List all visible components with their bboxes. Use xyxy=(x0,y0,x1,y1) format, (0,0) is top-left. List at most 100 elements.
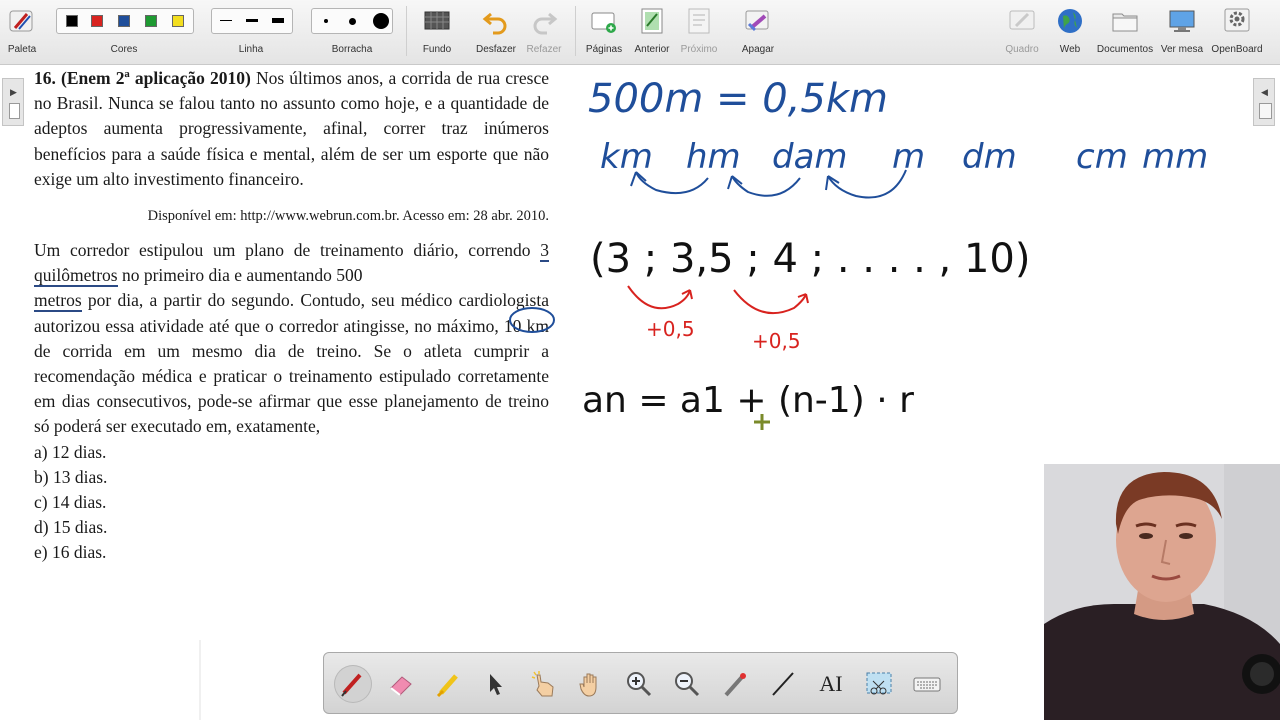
redo-icon[interactable] xyxy=(529,6,559,36)
option-a[interactable]: a) 12 dias. xyxy=(34,440,549,465)
colors-label: Cores xyxy=(110,44,138,55)
ink-formula: an = a1 + (n-1) · r xyxy=(582,380,914,421)
presenter-video xyxy=(1044,464,1280,720)
desktop-label: Ver mesa xyxy=(1160,44,1204,55)
background-label: Fundo xyxy=(422,44,452,55)
colors-group xyxy=(56,8,194,34)
source-citation: Disponível em: http://www.webrun.com.br.… xyxy=(147,208,549,225)
pages-thumb-icon xyxy=(9,103,20,119)
ink-sequence: (3 ; 3,5 ; 4 ; . . . . , 10) xyxy=(590,236,1031,282)
web-label: Web xyxy=(1059,44,1081,55)
clear-label: Apagar xyxy=(741,44,775,55)
body-text: no primeiro dia e aumentando xyxy=(117,265,337,286)
undo-icon[interactable] xyxy=(481,6,511,36)
ink-unit: dam xyxy=(772,137,848,177)
color-black-swatch[interactable] xyxy=(66,15,78,27)
eraser-label: Borracha xyxy=(331,44,373,55)
selector-tool[interactable] xyxy=(476,665,514,703)
previous-label: Anterior xyxy=(634,44,670,55)
pages-icon[interactable] xyxy=(589,6,619,36)
ink-unit: m xyxy=(892,137,925,177)
option-e[interactable]: e) 16 dias. xyxy=(34,540,549,565)
clear-page-icon[interactable] xyxy=(743,6,773,36)
hand-pan-tool[interactable] xyxy=(572,665,610,703)
question-heading: 16. (Enem 2ª aplicação 2010) xyxy=(34,68,251,88)
ink-unit: mm xyxy=(1142,137,1208,177)
arrow-pointer-icon xyxy=(490,674,502,695)
toolbar-separator xyxy=(406,6,407,56)
board-icon[interactable] xyxy=(1007,6,1037,36)
question-body: Um corredor estipulou um plano de treina… xyxy=(34,238,549,440)
color-blue-swatch[interactable] xyxy=(118,15,130,27)
expand-right-arrow-icon: ▶ xyxy=(10,87,17,97)
ink-unit: km xyxy=(600,137,653,177)
previous-page-icon[interactable] xyxy=(637,6,667,36)
capture-scissors-icon xyxy=(866,672,892,695)
underlined-unit: metros xyxy=(34,290,82,313)
laser-pointer-tool[interactable] xyxy=(716,665,754,703)
circled-value: 500 xyxy=(336,265,363,286)
line-icon xyxy=(772,672,794,696)
undo-label: Desfazer xyxy=(475,44,517,55)
pointing-hand-icon xyxy=(531,671,554,697)
color-green-swatch[interactable] xyxy=(145,15,157,27)
right-panel-tab[interactable]: ◀ xyxy=(1253,78,1275,126)
web-globe-icon[interactable] xyxy=(1055,6,1085,36)
eraser-small-option[interactable] xyxy=(324,19,328,23)
ink-unit: cm xyxy=(1076,137,1128,177)
redo-label: Refazer xyxy=(526,44,562,55)
expand-left-arrow-icon: ◀ xyxy=(1261,87,1268,97)
next-label: Próximo xyxy=(680,44,718,55)
zoom-in-tool[interactable] xyxy=(620,665,658,703)
line-tool[interactable] xyxy=(764,665,802,703)
line-label: Linha xyxy=(238,44,264,55)
body-text: Um corredor estipulou um plano de treina… xyxy=(34,240,541,261)
background-grid-icon[interactable] xyxy=(422,6,452,36)
main-toolbar: Paleta Cores Linha Borracha Fundo Desfaz… xyxy=(0,0,1280,65)
board-label: Quadro xyxy=(1005,44,1039,55)
color-yellow-swatch[interactable] xyxy=(172,15,184,27)
pen-icon xyxy=(341,673,362,697)
openboard-settings-icon[interactable] xyxy=(1222,6,1252,36)
option-b[interactable]: b) 13 dias. xyxy=(34,465,549,490)
highlighter-tool[interactable] xyxy=(430,665,468,703)
line-thin-option[interactable] xyxy=(220,20,232,21)
eraser-icon xyxy=(390,676,412,696)
documents-folder-icon[interactable] xyxy=(1110,6,1140,36)
zoom-in-icon xyxy=(627,672,652,697)
eraser-large-option[interactable] xyxy=(373,13,389,29)
virtual-keyboard-tool[interactable] xyxy=(908,665,946,703)
interact-tool[interactable] xyxy=(524,665,562,703)
ink-unit: hm xyxy=(686,137,741,177)
body-text: por dia, a partir do segundo. Contudo, s… xyxy=(34,290,549,437)
ink-unit: dm xyxy=(962,137,1017,177)
crosshair-cursor-icon xyxy=(754,414,770,430)
text-tool-icon: AI xyxy=(819,671,843,696)
option-d[interactable]: d) 15 dias. xyxy=(34,515,549,540)
keyboard-icon xyxy=(913,677,941,692)
line-medium-option[interactable] xyxy=(246,19,258,22)
ink-step-arrows xyxy=(627,285,809,315)
ink-conversion-arrows xyxy=(630,169,907,199)
option-c[interactable]: c) 14 dias. xyxy=(34,490,549,515)
ink-conversion: 500m = 0,5km xyxy=(588,76,888,122)
line-width-group xyxy=(211,8,293,34)
hand-icon xyxy=(579,673,597,697)
text-tool[interactable]: AI xyxy=(812,665,850,703)
desktop-monitor-icon[interactable] xyxy=(1167,6,1197,36)
ink-step-label: +0,5 xyxy=(646,317,695,341)
drawing-tools-bar: AI xyxy=(323,652,958,714)
eraser-tool[interactable] xyxy=(382,665,420,703)
eraser-size-group xyxy=(311,8,393,34)
question-document: 16. (Enem 2ª aplicação 2010) Nos últimos… xyxy=(34,66,549,565)
next-page-icon[interactable] xyxy=(684,6,714,36)
left-panel-tab[interactable]: ▶ xyxy=(2,78,24,126)
color-red-swatch[interactable] xyxy=(91,15,103,27)
zoom-out-tool[interactable] xyxy=(668,665,706,703)
line-thick-option[interactable] xyxy=(272,18,284,23)
eraser-medium-option[interactable] xyxy=(349,18,356,25)
capture-tool[interactable] xyxy=(860,665,898,703)
palette-label: Paleta xyxy=(7,44,37,55)
pen-tool[interactable] xyxy=(334,665,372,703)
palette-icon[interactable] xyxy=(7,6,37,36)
